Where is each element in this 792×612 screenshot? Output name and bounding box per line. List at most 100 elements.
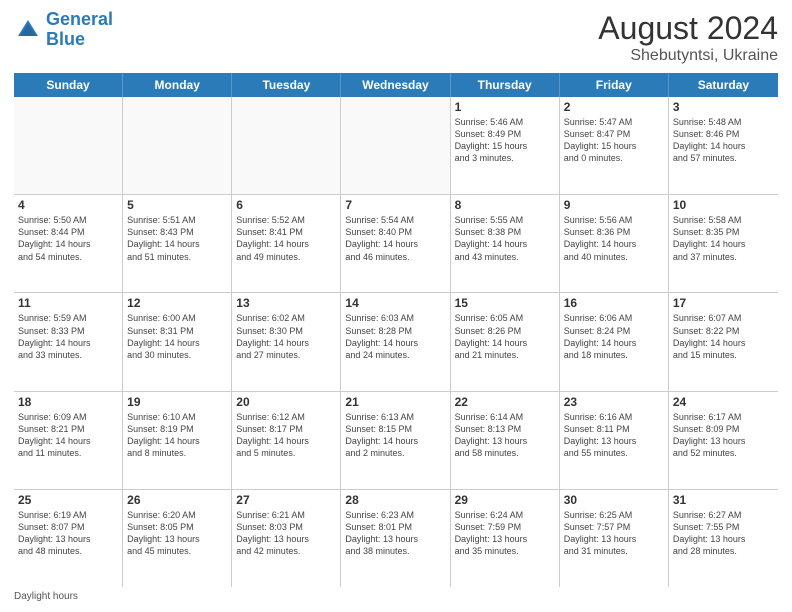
day-info: Sunrise: 6:09 AM Sunset: 8:21 PM Dayligh…: [18, 411, 118, 460]
day-number: 14: [345, 296, 445, 310]
day-number: 25: [18, 493, 118, 507]
day-info: Sunrise: 6:10 AM Sunset: 8:19 PM Dayligh…: [127, 411, 227, 460]
cal-day-23: 23 Sunrise: 6:16 AM Sunset: 8:11 PM Dayli…: [560, 392, 669, 489]
cal-day-9: 9 Sunrise: 5:56 AM Sunset: 8:36 PM Daylig…: [560, 195, 669, 292]
cal-week-1: 1Sunrise: 5:46 AM Sunset: 8:49 PM Daylig…: [14, 97, 778, 195]
cal-week-3: 11 Sunrise: 5:59 AM Sunset: 8:33 PM Dayli…: [14, 293, 778, 391]
cal-day-17: 17Sunrise: 6:07 AM Sunset: 8:22 PM Dayli…: [669, 293, 778, 390]
day-number: 27: [236, 493, 336, 507]
day-number: 18: [18, 395, 118, 409]
cal-day-26: 26Sunrise: 6:20 AM Sunset: 8:05 PM Dayli…: [123, 490, 232, 587]
calendar: SundayMondayTuesdayWednesdayThursdayFrid…: [14, 73, 778, 587]
cal-day-14: 14Sunrise: 6:03 AM Sunset: 8:28 PM Dayli…: [341, 293, 450, 390]
day-info: Sunrise: 6:27 AM Sunset: 7:55 PM Dayligh…: [673, 509, 774, 558]
day-number: 6: [236, 198, 336, 212]
day-info: Sunrise: 5:47 AM Sunset: 8:47 PM Dayligh…: [564, 116, 664, 165]
day-info: Sunrise: 5:56 AM Sunset: 8:36 PM Dayligh…: [564, 214, 664, 263]
calendar-header: SundayMondayTuesdayWednesdayThursdayFrid…: [14, 73, 778, 97]
day-number: 10: [673, 198, 774, 212]
title-block: August 2024 Shebutyntsi, Ukraine: [598, 10, 778, 65]
cal-day-1: 1Sunrise: 5:46 AM Sunset: 8:49 PM Daylig…: [451, 97, 560, 194]
day-info: Sunrise: 6:19 AM Sunset: 8:07 PM Dayligh…: [18, 509, 118, 558]
cal-day-11: 11 Sunrise: 5:59 AM Sunset: 8:33 PM Dayli…: [14, 293, 123, 390]
cal-day-21: 21 Sunrise: 6:13 AM Sunset: 8:15 PM Dayli…: [341, 392, 450, 489]
cal-header-thursday: Thursday: [451, 73, 560, 97]
cal-week-4: 18 Sunrise: 6:09 AM Sunset: 8:21 PM Dayli…: [14, 392, 778, 490]
day-info: Sunrise: 6:06 AM Sunset: 8:24 PM Dayligh…: [564, 312, 664, 361]
cal-week-5: 25 Sunrise: 6:19 AM Sunset: 8:07 PM Dayli…: [14, 490, 778, 587]
day-info: Sunrise: 6:12 AM Sunset: 8:17 PM Dayligh…: [236, 411, 336, 460]
day-number: 9: [564, 198, 664, 212]
day-info: Sunrise: 5:55 AM Sunset: 8:38 PM Dayligh…: [455, 214, 555, 263]
main-title: August 2024: [598, 10, 778, 47]
cal-day-16: 16 Sunrise: 6:06 AM Sunset: 8:24 PM Dayli…: [560, 293, 669, 390]
cal-day-5: 5Sunrise: 5:51 AM Sunset: 8:43 PM Daylig…: [123, 195, 232, 292]
day-number: 23: [564, 395, 664, 409]
day-info: Sunrise: 5:54 AM Sunset: 8:40 PM Dayligh…: [345, 214, 445, 263]
cal-day-29: 29 Sunrise: 6:24 AM Sunset: 7:59 PM Dayli…: [451, 490, 560, 587]
logo-text-general: General: [46, 10, 113, 30]
subtitle: Shebutyntsi, Ukraine: [598, 47, 778, 65]
day-info: Sunrise: 6:16 AM Sunset: 8:11 PM Dayligh…: [564, 411, 664, 460]
logo: General Blue: [14, 10, 113, 50]
day-number: 31: [673, 493, 774, 507]
cal-header-wednesday: Wednesday: [341, 73, 450, 97]
day-number: 20: [236, 395, 336, 409]
day-info: Sunrise: 6:24 AM Sunset: 7:59 PM Dayligh…: [455, 509, 555, 558]
cal-day-empty: [14, 97, 123, 194]
day-number: 7: [345, 198, 445, 212]
cal-day-20: 20 Sunrise: 6:12 AM Sunset: 8:17 PM Dayli…: [232, 392, 341, 489]
cal-day-8: 8 Sunrise: 5:55 AM Sunset: 8:38 PM Daylig…: [451, 195, 560, 292]
cal-day-27: 27 Sunrise: 6:21 AM Sunset: 8:03 PM Dayli…: [232, 490, 341, 587]
day-info: Sunrise: 5:59 AM Sunset: 8:33 PM Dayligh…: [18, 312, 118, 361]
cal-day-24: 24Sunrise: 6:17 AM Sunset: 8:09 PM Dayli…: [669, 392, 778, 489]
day-number: 30: [564, 493, 664, 507]
day-number: 1: [455, 100, 555, 114]
day-number: 13: [236, 296, 336, 310]
cal-day-4: 4Sunrise: 5:50 AM Sunset: 8:44 PM Daylig…: [14, 195, 123, 292]
cal-day-empty: [232, 97, 341, 194]
day-number: 16: [564, 296, 664, 310]
day-info: Sunrise: 5:58 AM Sunset: 8:35 PM Dayligh…: [673, 214, 774, 263]
calendar-body: 1Sunrise: 5:46 AM Sunset: 8:49 PM Daylig…: [14, 97, 778, 587]
logo-icon: [14, 16, 42, 44]
cal-header-friday: Friday: [560, 73, 669, 97]
day-info: Sunrise: 6:20 AM Sunset: 8:05 PM Dayligh…: [127, 509, 227, 558]
cal-week-2: 4Sunrise: 5:50 AM Sunset: 8:44 PM Daylig…: [14, 195, 778, 293]
day-number: 5: [127, 198, 227, 212]
day-number: 2: [564, 100, 664, 114]
day-number: 15: [455, 296, 555, 310]
day-info: Sunrise: 6:13 AM Sunset: 8:15 PM Dayligh…: [345, 411, 445, 460]
day-info: Sunrise: 5:52 AM Sunset: 8:41 PM Dayligh…: [236, 214, 336, 263]
cal-day-empty: [341, 97, 450, 194]
day-number: 29: [455, 493, 555, 507]
day-number: 28: [345, 493, 445, 507]
day-info: Sunrise: 6:07 AM Sunset: 8:22 PM Dayligh…: [673, 312, 774, 361]
day-number: 8: [455, 198, 555, 212]
footer-note: Daylight hours: [14, 591, 778, 602]
cal-day-6: 6 Sunrise: 5:52 AM Sunset: 8:41 PM Daylig…: [232, 195, 341, 292]
day-info: Sunrise: 6:21 AM Sunset: 8:03 PM Dayligh…: [236, 509, 336, 558]
cal-day-25: 25 Sunrise: 6:19 AM Sunset: 8:07 PM Dayli…: [14, 490, 123, 587]
day-number: 3: [673, 100, 774, 114]
cal-day-28: 28Sunrise: 6:23 AM Sunset: 8:01 PM Dayli…: [341, 490, 450, 587]
cal-header-saturday: Saturday: [669, 73, 778, 97]
day-number: 11: [18, 296, 118, 310]
cal-header-monday: Monday: [123, 73, 232, 97]
day-info: Sunrise: 6:25 AM Sunset: 7:57 PM Dayligh…: [564, 509, 664, 558]
day-number: 21: [345, 395, 445, 409]
cal-day-30: 30 Sunrise: 6:25 AM Sunset: 7:57 PM Dayli…: [560, 490, 669, 587]
day-info: Sunrise: 5:50 AM Sunset: 8:44 PM Dayligh…: [18, 214, 118, 263]
day-info: Sunrise: 6:14 AM Sunset: 8:13 PM Dayligh…: [455, 411, 555, 460]
day-info: Sunrise: 5:48 AM Sunset: 8:46 PM Dayligh…: [673, 116, 774, 165]
cal-day-3: 3 Sunrise: 5:48 AM Sunset: 8:46 PM Daylig…: [669, 97, 778, 194]
cal-day-15: 15Sunrise: 6:05 AM Sunset: 8:26 PM Dayli…: [451, 293, 560, 390]
page: General Blue August 2024 Shebutyntsi, Uk…: [0, 0, 792, 612]
cal-day-empty: [123, 97, 232, 194]
header: General Blue August 2024 Shebutyntsi, Uk…: [14, 10, 778, 65]
day-info: Sunrise: 6:17 AM Sunset: 8:09 PM Dayligh…: [673, 411, 774, 460]
cal-day-22: 22Sunrise: 6:14 AM Sunset: 8:13 PM Dayli…: [451, 392, 560, 489]
cal-day-2: 2 Sunrise: 5:47 AM Sunset: 8:47 PM Daylig…: [560, 97, 669, 194]
day-number: 12: [127, 296, 227, 310]
cal-day-7: 7 Sunrise: 5:54 AM Sunset: 8:40 PM Daylig…: [341, 195, 450, 292]
